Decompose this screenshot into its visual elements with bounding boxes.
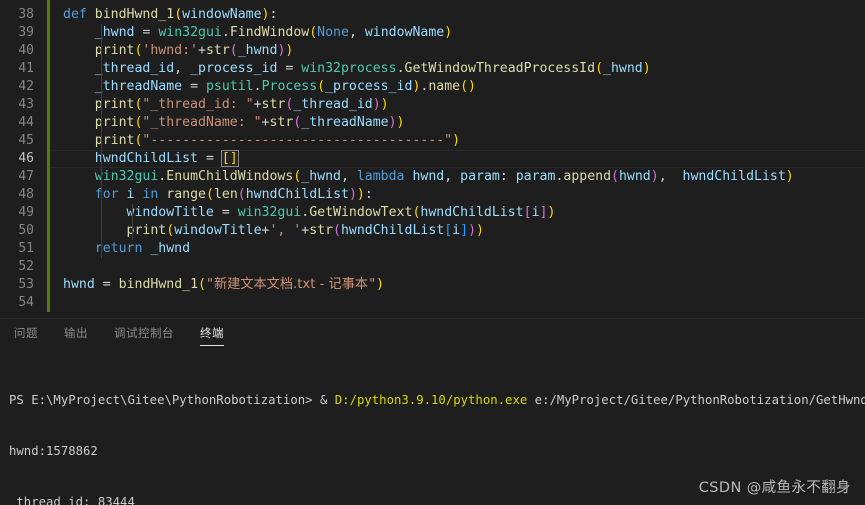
panel-tab-bar: 问题 输出 调试控制台 终端: [0, 319, 865, 352]
line-number: 46: [18, 151, 34, 166]
code-scroll-area[interactable]: 37 38 def bindHwnd_1(windowName): 39 _hw…: [0, 0, 865, 312]
line-number: 45: [18, 133, 34, 148]
code-line[interactable]: 47 win32gui.EnumChildWindows(_hwnd, lamb…: [0, 168, 865, 186]
line-number: 50: [18, 223, 34, 238]
code-line[interactable]: 40 print('hwnd:'+str(_hwnd)): [0, 42, 865, 60]
code-line[interactable]: 45 print("------------------------------…: [0, 132, 865, 150]
line-number: 39: [18, 25, 34, 40]
terminal-command-exe: D:/python3.9.10/python.exe: [334, 393, 528, 407]
terminal-command-script: e:/MyProject/Gitee/PythonRobotization/Ge…: [527, 393, 865, 407]
line-number: 48: [18, 187, 34, 202]
code-line[interactable]: 48 for i in range(len(hwndChildList)):: [0, 186, 865, 204]
code-content: _hwnd = win32gui.FindWindow(None, window…: [94, 24, 453, 42]
tab-output[interactable]: 输出: [64, 325, 88, 346]
terminal-line: hwnd:1578862: [9, 444, 98, 458]
code-line[interactable]: 39 _hwnd = win32gui.FindWindow(None, win…: [0, 24, 865, 42]
code-line[interactable]: 53 hwnd = bindHwnd_1("新建文本文档.txt - 记事本"): [0, 276, 865, 294]
code-line[interactable]: 44 print("_threadName: "+str(_threadName…: [0, 114, 865, 132]
code-content: print("_thread_id: "+str(_thread_id)): [94, 96, 389, 114]
code-line[interactable]: 49 windowTitle = win32gui.GetWindowText(…: [0, 204, 865, 222]
code-content: print("_threadName: "+str(_threadName)): [94, 114, 405, 132]
code-content: _threadName = psutil.Process(_process_id…: [94, 78, 476, 96]
line-number: 51: [18, 241, 34, 256]
line-number: 38: [18, 7, 34, 22]
code-content: print("---------------------------------…: [94, 132, 461, 150]
code-line[interactable]: 50 print(windowTitle+', '+str(hwndChildL…: [0, 222, 865, 240]
line-number: 41: [18, 61, 34, 76]
code-line[interactable]: 52: [0, 258, 865, 276]
line-number: 53: [18, 277, 34, 292]
code-editor[interactable]: 37 38 def bindHwnd_1(windowName): 39 _hw…: [0, 0, 865, 319]
terminal-command-prefix: &: [312, 393, 335, 407]
chinese-string-literal: 新建文本文档.txt - 记事本: [213, 277, 369, 292]
tab-debug-console[interactable]: 调试控制台: [114, 325, 174, 346]
tab-terminal[interactable]: 终端: [200, 325, 224, 346]
code-content: print('hwnd:'+str(_hwnd)): [94, 42, 294, 60]
line-number: 42: [18, 79, 34, 94]
code-line[interactable]: 51 return _hwnd: [0, 240, 865, 258]
code-line[interactable]: 42 _threadName = psutil.Process(_process…: [0, 78, 865, 96]
code-line-active[interactable]: 46 hwndChildList = []: [0, 150, 865, 168]
code-content: hwndChildList = []: [94, 150, 239, 168]
line-number: 52: [18, 259, 34, 274]
code-content: _thread_id, _process_id = win32process.G…: [94, 60, 651, 78]
code-line[interactable]: 38 def bindHwnd_1(windowName):: [0, 6, 865, 24]
terminal-prompt: PS E:\MyProject\Gitee\PythonRobotization…: [9, 393, 313, 407]
line-number: 40: [18, 43, 34, 58]
line-number: 43: [18, 97, 34, 112]
line-number: 54: [18, 295, 34, 310]
code-content: win32gui.EnumChildWindows(_hwnd, lambda …: [94, 168, 794, 186]
tab-problems[interactable]: 问题: [14, 325, 38, 346]
code-content: for i in range(len(hwndChildList)):: [94, 186, 373, 204]
code-content: return _hwnd: [94, 240, 191, 258]
code-content: def bindHwnd_1(windowName):: [63, 7, 278, 22]
code-line[interactable]: 41 _thread_id, _process_id = win32proces…: [0, 60, 865, 78]
line-number: 44: [18, 115, 34, 130]
code-line[interactable]: 43 print("_thread_id: "+str(_thread_id)): [0, 96, 865, 114]
code-line[interactable]: 54: [0, 294, 865, 312]
line-number: 47: [18, 169, 34, 184]
code-content: print(windowTitle+', '+str(hwndChildList…: [50, 222, 484, 240]
terminal-command-line: PS E:\MyProject\Gitee\PythonRobotization…: [9, 392, 865, 409]
code-content: hwnd = bindHwnd_1("新建文本文档.txt - 记事本"): [63, 277, 385, 292]
csdn-watermark: CSDN @咸鱼永不翻身: [698, 480, 851, 496]
vscode-window: 37 38 def bindHwnd_1(windowName): 39 _hw…: [0, 0, 865, 505]
line-number: 49: [18, 205, 34, 220]
code-content: [50, 258, 63, 276]
code-content: [50, 294, 63, 312]
code-content: windowTitle = win32gui.GetWindowText(hwn…: [50, 204, 555, 222]
